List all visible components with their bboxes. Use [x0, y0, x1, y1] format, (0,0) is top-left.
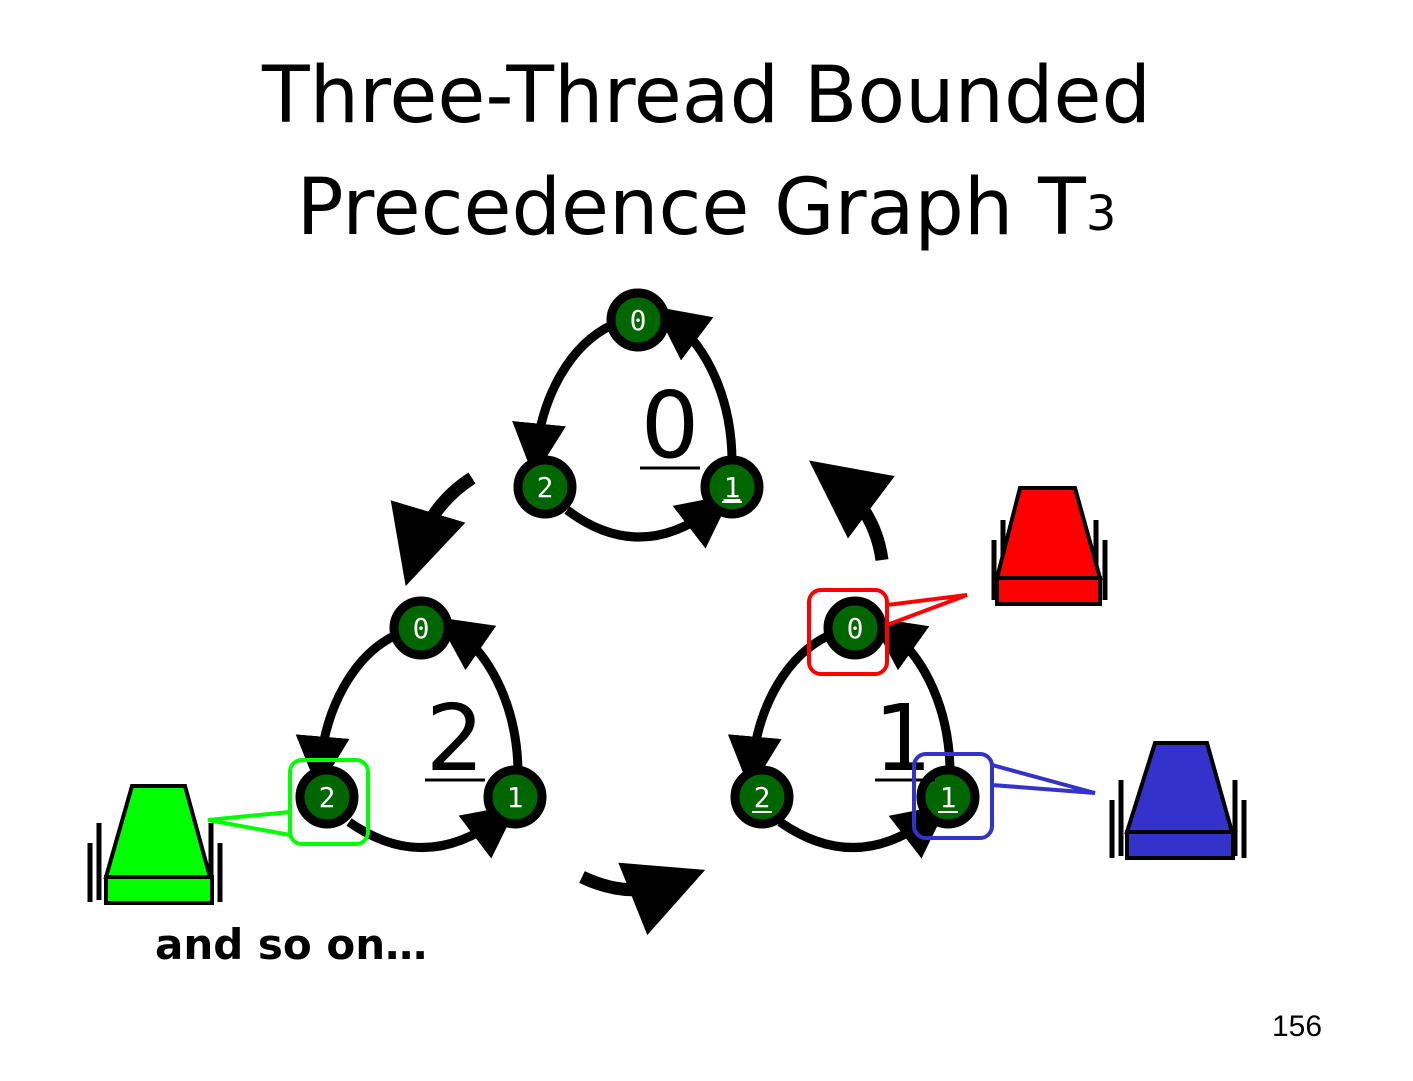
cycle-arrow [777, 804, 948, 859]
subgraph-label: 0 [641, 372, 700, 479]
svg-text:1: 1 [940, 781, 957, 814]
svg-text:2: 2 [319, 781, 336, 814]
subgraph-label: 1 [874, 685, 933, 792]
cycle-arrow [727, 630, 832, 791]
svg-text:2: 2 [537, 471, 554, 504]
subgraph-left: 0 2 1 2 [295, 596, 547, 859]
graph-node: 0 [389, 596, 453, 660]
svg-text:0: 0 [847, 612, 864, 645]
graph-node: 1 [700, 455, 764, 519]
blue-callout-pointer [990, 762, 1096, 795]
transition-arrow [390, 472, 476, 587]
subgraph-right: 0 2 1 1 [727, 596, 980, 859]
red-callout-pointer [885, 593, 968, 628]
graph-node: 0 [823, 596, 887, 660]
graph-node: 1 [483, 765, 547, 829]
graph-node: 0 [606, 288, 670, 352]
blue-thread-icon [1109, 741, 1247, 860]
green-thread-icon [87, 784, 223, 905]
transition-arrow [809, 460, 895, 562]
svg-text:0: 0 [630, 304, 647, 337]
svg-text:1: 1 [507, 781, 524, 814]
transition-arrow [579, 862, 706, 936]
cycle-arrow [512, 320, 614, 478]
precedence-graph-diagram: 0 2 1 0 0 2 1 2 0 2 1 1 [87, 288, 1247, 936]
subgraph-top: 0 2 1 0 [512, 288, 764, 549]
cycle-arrow [295, 630, 398, 791]
svg-text:0: 0 [413, 612, 430, 645]
cycle-arrow [564, 494, 732, 549]
svg-text:1: 1 [724, 471, 741, 504]
page-number: 156 [1272, 1010, 1323, 1043]
cycle-arrow [346, 804, 518, 859]
green-callout-pointer [207, 809, 292, 838]
svg-text:2: 2 [754, 781, 771, 814]
graph-node: 2 [730, 765, 794, 829]
subgraph-label: 2 [426, 685, 485, 792]
graph-node: 2 [295, 765, 359, 829]
graph-node: 2 [513, 455, 577, 519]
red-thread-icon [991, 486, 1108, 606]
caption: and so on… [155, 920, 428, 969]
